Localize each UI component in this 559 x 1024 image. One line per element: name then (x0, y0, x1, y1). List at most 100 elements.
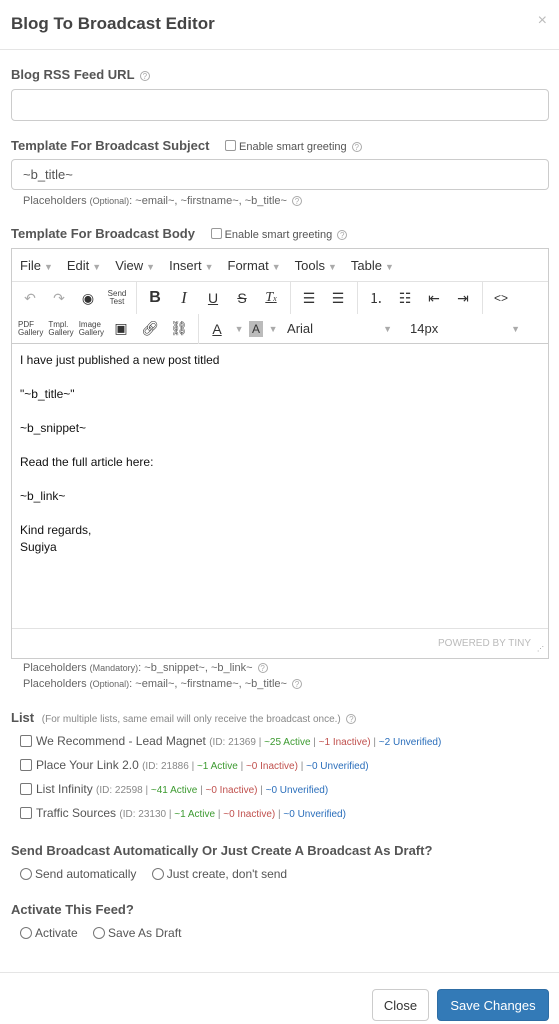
link-icon[interactable]: 🔗︎ (138, 317, 162, 341)
chevron-down-icon: ▼ (204, 261, 214, 272)
activate-option[interactable]: Activate (20, 926, 78, 940)
list-active-count: ~25 Active (264, 737, 311, 748)
outdent-icon[interactable]: ⇤ (422, 286, 446, 310)
rss-url-input[interactable] (11, 89, 549, 121)
modal-title: Blog To Broadcast Editor (11, 14, 215, 33)
font-family-value: Arial (287, 321, 314, 336)
tmpl-gallery-button[interactable]: Tmpl. Gallery (48, 317, 73, 341)
activate-radio-group: Activate Save As Draft (20, 926, 193, 940)
rich-text-editor: File ▼ Edit ▼ View ▼ Insert ▼ Format ▼ Tools ▼… (11, 248, 549, 659)
activate-label: Activate This Feed? (11, 902, 134, 917)
content-line: ~b_snippet~ (20, 421, 87, 435)
radio-button[interactable] (93, 927, 106, 939)
list-inactive-count: ~0 Inactive) (223, 809, 276, 820)
list-name: List Infinity (36, 782, 93, 796)
menu-format-label: Format (227, 257, 269, 273)
list-item[interactable]: Place Your Link 2.0 (ID: 21886 | ~1 Acti… (20, 758, 369, 772)
help-icon[interactable]: ? (292, 679, 302, 690)
menu-insert[interactable]: Insert ▼ (169, 258, 213, 273)
subject-label: Template For Broadcast Subject Enable sm… (11, 138, 362, 153)
body-smart-greeting-checkbox[interactable] (210, 228, 222, 239)
indent-icon[interactable]: ⇥ (451, 286, 475, 310)
subject-smart-greeting[interactable]: Enable smart greeting ? (225, 140, 362, 153)
list-label: List (For multiple lists, same email wil… (11, 710, 357, 725)
preview-eye-icon[interactable]: ◉ (76, 286, 100, 310)
editor-content[interactable]: I have just published a new post titled … (12, 344, 548, 628)
chevron-down-icon: ▼ (271, 261, 281, 272)
undo-icon[interactable]: ↶ (18, 286, 42, 310)
list-label-text: List (11, 710, 35, 725)
menu-tools[interactable]: Tools ▼ (295, 258, 337, 273)
chevron-down-icon[interactable]: ▼ (234, 317, 244, 341)
help-icon[interactable]: ? (292, 196, 302, 207)
help-icon[interactable]: ? (257, 663, 268, 674)
menu-view[interactable]: View ▼ (115, 258, 155, 273)
help-icon[interactable]: ? (139, 70, 150, 81)
menu-file-label: File (20, 257, 41, 273)
list-name: Traffic Sources (36, 806, 117, 820)
toolbar-divider (482, 282, 483, 314)
image-gallery-button[interactable]: Image Gallery (79, 317, 104, 341)
list-active-count: ~1 Active (196, 761, 238, 772)
radio-button[interactable] (151, 868, 164, 880)
chevron-down-icon[interactable]: ▼ (268, 317, 278, 341)
numbered-list-icon[interactable]: ⒈ (364, 286, 388, 310)
content-line: I have just published a new post titled (20, 353, 220, 367)
font-family-select[interactable]: Arial ▼ (287, 321, 392, 336)
menu-table[interactable]: Table ▼ (351, 258, 394, 273)
menu-format[interactable]: Format ▼ (228, 258, 281, 273)
menu-edit[interactable]: Edit ▼ (67, 258, 101, 273)
source-code-icon[interactable]: <> (489, 286, 513, 310)
just-create-option[interactable]: Just create, don't send (151, 867, 288, 881)
redo-icon[interactable]: ↷ (47, 286, 71, 310)
rss-label-text: Blog RSS Feed URL (11, 67, 135, 82)
body-optional-hint: Placeholders (Optional): ~email~, ~first… (23, 678, 302, 690)
list-checkbox[interactable] (20, 783, 32, 795)
subject-smart-greeting-label: Enable smart greeting (239, 141, 347, 153)
send-automatically-option[interactable]: Send automatically (20, 867, 136, 881)
powered-by-tiny-link[interactable]: POWERED BY TINY (438, 638, 531, 649)
unlink-icon[interactable]: ⛓︎ (167, 317, 191, 341)
editor-menubar: File ▼ Edit ▼ View ▼ Insert ▼ Format ▼ Tools ▼… (12, 249, 548, 282)
help-icon[interactable]: ? (346, 713, 357, 724)
list-checkbox[interactable] (20, 735, 32, 747)
menu-file[interactable]: File ▼ (20, 258, 53, 273)
close-button[interactable]: Close (372, 989, 429, 1021)
list-item[interactable]: List Infinity (ID: 22598 | ~41 Active | … (20, 782, 328, 796)
insert-image-icon[interactable]: ▣ (109, 317, 133, 341)
list-item[interactable]: Traffic Sources (ID: 23130 | ~1 Active |… (20, 806, 346, 820)
close-icon[interactable]: × (538, 12, 547, 30)
background-color-icon[interactable]: A (249, 320, 264, 337)
subject-smart-greeting-checkbox[interactable] (225, 140, 237, 151)
body-smart-greeting[interactable]: Enable smart greeting ? (210, 228, 348, 241)
subject-input[interactable] (11, 159, 549, 190)
resize-handle-icon[interactable]: ⋰ (537, 645, 544, 653)
clear-formatting-icon[interactable]: Tx (259, 286, 283, 310)
italic-icon[interactable]: I (172, 286, 196, 310)
font-size-select[interactable]: 14px ▼ (410, 321, 520, 336)
align-left-icon[interactable]: ☰ (297, 286, 321, 310)
radio-label: Just create, don't send (166, 867, 288, 881)
pdf-gallery-line2: Gallery (18, 327, 44, 337)
bold-icon[interactable]: B (143, 286, 167, 310)
strikethrough-icon[interactable]: S (230, 286, 254, 310)
list-name: Place Your Link 2.0 (36, 758, 139, 772)
underline-icon[interactable]: U (201, 286, 225, 310)
help-icon[interactable]: ? (351, 142, 362, 153)
text-color-icon[interactable]: A (205, 317, 229, 341)
help-icon[interactable]: ? (337, 230, 348, 241)
list-id: (ID: 21369 | (209, 737, 265, 748)
pdf-gallery-button[interactable]: PDF Gallery (18, 317, 43, 341)
toolbar-divider (290, 282, 291, 314)
list-checkbox[interactable] (20, 807, 32, 819)
save-changes-button[interactable]: Save Changes (437, 989, 549, 1021)
save-as-draft-option[interactable]: Save As Draft (93, 926, 181, 940)
list-checkbox[interactable] (20, 759, 32, 771)
list-item[interactable]: We Recommend - Lead Magnet (ID: 21369 | … (20, 734, 441, 748)
bullet-list-icon[interactable]: ☷ (393, 286, 417, 310)
send-test-button[interactable]: Send Test (105, 286, 129, 310)
hint-tag: (Optional) (89, 679, 130, 689)
radio-button[interactable] (20, 868, 32, 880)
align-center-icon[interactable]: ☰ (326, 286, 350, 310)
radio-button[interactable] (20, 927, 32, 939)
